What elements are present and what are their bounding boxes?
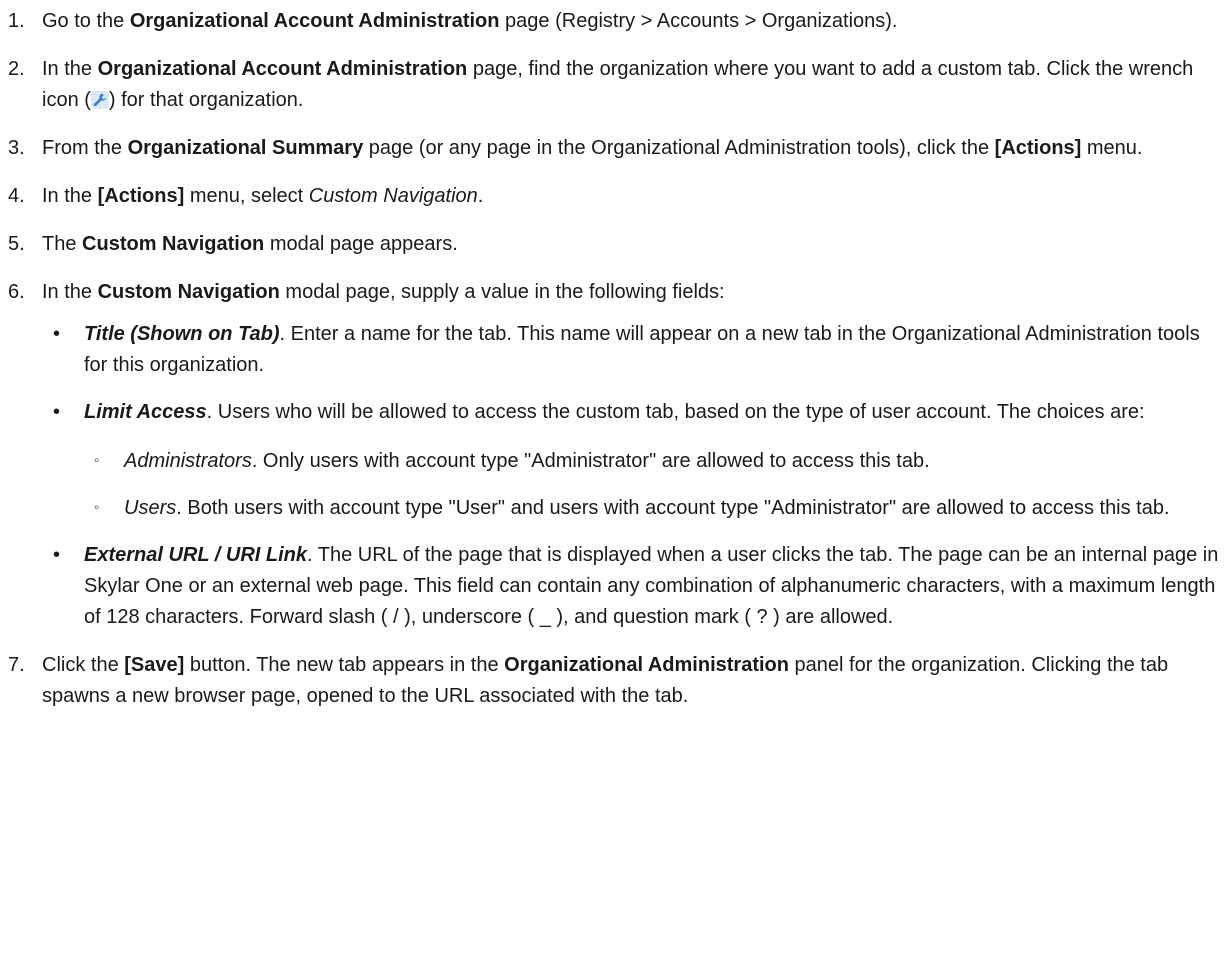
list-item: • External URL / URI Link. The URL of the… xyxy=(42,540,1228,633)
step-text: In the xyxy=(42,185,98,207)
bullet-marker: • xyxy=(53,544,61,566)
page-name: Organizational Summary xyxy=(127,137,364,159)
step-6: 6. In the Custom Navigation modal page, s… xyxy=(0,277,1228,633)
step-number: 4. xyxy=(8,185,25,207)
choice-name: Administrators xyxy=(124,450,252,472)
list-item: ◦ Users. Both users with account type "Us… xyxy=(84,493,1228,524)
step-7: 7. Click the [Save] button. The new tab a… xyxy=(0,650,1228,712)
list-item: ◦ Administrators. Only users with account… xyxy=(84,446,1228,477)
choice-list: ◦ Administrators. Only users with account… xyxy=(44,446,1228,524)
page-name: Organizational Account Administration xyxy=(129,10,500,32)
step-text: Go to the xyxy=(42,10,130,32)
step-text: button. The new tab appears in the xyxy=(184,654,505,676)
step-number: 7. xyxy=(8,654,25,676)
choice-description: . Both users with account type "User" an… xyxy=(176,497,1170,519)
step-number: 3. xyxy=(8,137,25,159)
choice-name: Users xyxy=(124,497,177,519)
panel-name: Organizational Administration xyxy=(504,654,789,676)
step-5: 5. The Custom Navigation modal page appea… xyxy=(0,229,1228,260)
step-text: modal page, supply a value in the follow… xyxy=(279,281,725,303)
step-number: 1. xyxy=(8,10,25,32)
list-item: • Limit Access. Users who will be allowed… xyxy=(42,397,1228,524)
field-name: Title (Shown on Tab) xyxy=(84,323,280,345)
step-text: In the xyxy=(42,281,98,303)
step-number: 6. xyxy=(8,281,25,303)
bullet-marker: • xyxy=(53,401,61,423)
step-text: ) for that organization. xyxy=(108,89,304,111)
field-name: Limit Access xyxy=(84,401,207,423)
page-name: Custom Navigation xyxy=(82,233,265,255)
page-name: Custom Navigation xyxy=(97,281,280,303)
step-text: In the xyxy=(42,58,98,80)
menu-name: [Actions] xyxy=(97,185,185,207)
step-text: From the xyxy=(42,137,128,159)
step-text: menu. xyxy=(1081,137,1143,159)
step-text: . xyxy=(477,185,484,207)
bullet-marker: ◦ xyxy=(94,499,100,516)
step-text: Click the xyxy=(42,654,125,676)
bullet-marker: • xyxy=(53,323,61,345)
menu-option: Custom Navigation xyxy=(308,185,478,207)
step-text: page (Registry > Accounts > Organization… xyxy=(499,10,898,32)
field-list: • Title (Shown on Tab). Enter a name for … xyxy=(0,319,1228,633)
step-3: 3. From the Organizational Summary page (… xyxy=(0,133,1228,164)
list-item: • Title (Shown on Tab). Enter a name for … xyxy=(42,319,1228,381)
step-text: page (or any page in the Organizational … xyxy=(363,137,995,159)
step-number: 2. xyxy=(8,58,25,80)
step-1: 1. Go to the Organizational Account Admin… xyxy=(0,6,1228,37)
bullet-marker: ◦ xyxy=(94,452,100,469)
step-text: modal page appears. xyxy=(264,233,458,255)
page-name: Organizational Account Administration xyxy=(97,58,468,80)
wrench-icon xyxy=(90,91,109,109)
field-name: External URL / URI Link xyxy=(84,544,308,566)
step-2: 2. In the Organizational Account Administ… xyxy=(0,54,1228,116)
step-4: 4. In the [Actions] menu, select Custom N… xyxy=(0,181,1228,212)
button-name: [Save] xyxy=(124,654,185,676)
step-text: menu, select xyxy=(184,185,309,207)
step-text: The xyxy=(42,233,83,255)
field-description: . Users who will be allowed to access th… xyxy=(206,401,1145,423)
instructions-document: 1. Go to the Organizational Account Admin… xyxy=(0,0,1228,961)
choice-description: . Only users with account type "Administ… xyxy=(251,450,930,472)
menu-name: [Actions] xyxy=(994,137,1082,159)
step-number: 5. xyxy=(8,233,25,255)
